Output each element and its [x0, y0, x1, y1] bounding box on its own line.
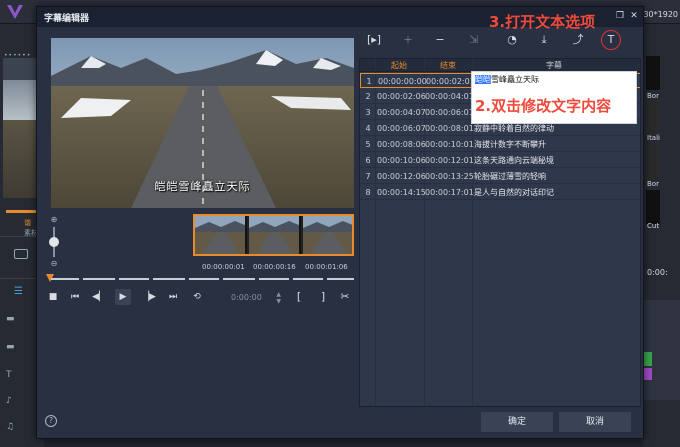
app-logo-icon: [7, 5, 23, 19]
split-scissors-icon[interactable]: ✂: [337, 289, 353, 305]
library-thumb[interactable]: [646, 146, 660, 180]
library-thumb-label: Bor: [647, 92, 659, 100]
audio-clip[interactable]: [644, 352, 652, 366]
annotation-step3: 3.打开文本选项: [489, 13, 596, 31]
repeat-icon[interactable]: ⟲: [189, 289, 205, 305]
play-button[interactable]: ▶: [115, 289, 131, 305]
timecode-label: 00:00:00:01: [202, 263, 245, 271]
dialog-title: 字幕编辑器: [44, 14, 90, 24]
time-field[interactable]: 0:00:00 ▲ ▼: [231, 291, 281, 305]
stop-icon[interactable]: ■: [45, 289, 61, 305]
table-row[interactable]: 8 00:00:14:15 00:00:17:01 是人与自然的对话印记: [360, 185, 640, 200]
library-thumb[interactable]: [646, 190, 660, 224]
subtitle-toolbar: [▸] + − ⇲ ◔ ⤓ ⤴ T: [361, 29, 643, 51]
close-button[interactable]: ✕: [628, 10, 640, 22]
storyboard-icon[interactable]: [14, 249, 28, 259]
overlay-track-icon[interactable]: ▬: [6, 342, 15, 352]
subtitle-overlay: 皑皑雪峰矗立天际: [154, 180, 251, 193]
remove-subtitle-icon[interactable]: −: [431, 32, 449, 48]
export-subtitle-icon[interactable]: ⤴: [569, 32, 587, 48]
thumbnail-frame: [303, 216, 352, 254]
music-track-icon[interactable]: ♫: [6, 422, 14, 432]
media-progress: [6, 210, 36, 213]
table-row[interactable]: 5 00:00:08:06 00:00:10:01 海拔计数字不断攀升: [360, 137, 640, 152]
library-thumb-label: Itali: [647, 134, 660, 142]
timecode-label: 00:00:01:06: [305, 263, 348, 271]
library-thumb[interactable]: [646, 56, 660, 90]
previous-frame-icon[interactable]: ◀▏: [91, 289, 107, 305]
voice-track-icon[interactable]: ♪: [6, 396, 12, 406]
library-thumb[interactable]: [646, 100, 660, 134]
play-subtitle-icon[interactable]: [▸]: [365, 32, 383, 48]
subtitle-editor-dialog: 字幕编辑器 ❐ ✕ 皑皑雪峰矗立天际 ⊕ ⊖ 00:00:00:01 00:00…: [36, 6, 644, 439]
timeline-view-icon[interactable]: ☰: [14, 286, 23, 297]
library-thumb-label: Bor: [647, 180, 659, 188]
library-thumb-label: Cut: [647, 222, 660, 230]
time-field-value: 0:00:00: [231, 293, 262, 302]
add-subtitle-icon[interactable]: +: [399, 32, 417, 48]
video-track-icon[interactable]: ▬: [6, 314, 15, 324]
unselected-text: 雪峰矗立天际: [491, 75, 539, 84]
ok-button[interactable]: 确定: [481, 412, 553, 432]
timeline-strip-area: 00:00:00:01 00:00:00:16 00:00:01:06 ♪: [67, 213, 373, 275]
zoom-in-icon[interactable]: ⊕: [49, 215, 59, 225]
selected-text: 皑皑: [475, 75, 491, 84]
header-start: 起始: [391, 61, 407, 70]
cancel-button[interactable]: 取消: [559, 412, 631, 432]
go-to-start-icon[interactable]: ⏮: [67, 289, 83, 305]
thumbnail-frame: [195, 216, 247, 254]
text-options-icon[interactable]: T: [601, 30, 621, 50]
subtitle-edit-text[interactable]: 皑皑雪峰矗立天际: [475, 74, 539, 85]
import-subtitle-icon[interactable]: ⤓: [535, 32, 553, 48]
video-preview: 皑皑雪峰矗立天际: [51, 38, 354, 208]
thumbnail-strip[interactable]: [193, 214, 354, 256]
timecode-label: 00:00:00:16: [253, 263, 296, 271]
media-name: 谐: [24, 219, 31, 227]
next-frame-icon[interactable]: ▕▶: [141, 289, 157, 305]
restore-button[interactable]: ❐: [614, 10, 626, 22]
mark-in-icon[interactable]: [: [291, 289, 307, 305]
progress-track[interactable]: [51, 278, 354, 280]
title-track-icon[interactable]: T: [6, 370, 12, 380]
table-row[interactable]: 6 00:00:10:06 00:00:12:01 这条天路通向云端秘境: [360, 153, 640, 168]
join-subtitle-icon[interactable]: ⇲: [465, 32, 483, 48]
zoom-knob[interactable]: [49, 237, 59, 247]
music-clip[interactable]: [644, 368, 652, 380]
timeline-tracks[interactable]: [643, 300, 680, 400]
help-icon[interactable]: ?: [45, 415, 57, 427]
annotation-step2: 2.双击修改文字内容: [475, 97, 612, 115]
transport-controls: ■ ⏮ ◀▏ ▶ ▕▶ ⏭ ⟲ 0:00:00 ▲ ▼ [ ] ✂: [45, 289, 355, 307]
voice-detect-icon[interactable]: ◔: [503, 32, 521, 48]
thumbnail-frame: [249, 216, 301, 254]
go-to-end-icon[interactable]: ⏭: [165, 289, 181, 305]
zoom-control: ⊕ ⊖: [47, 215, 61, 271]
header-end: 结束: [440, 61, 456, 70]
time-spinner-icon[interactable]: ▲ ▼: [276, 291, 281, 305]
mark-out-icon[interactable]: ]: [315, 289, 331, 305]
table-row[interactable]: 7 00:00:12:06 00:00:13:25 轮胎碾过薄雪的轻响: [360, 169, 640, 184]
resolution-label: 30*1920: [643, 10, 678, 19]
header-text: 字幕: [546, 61, 562, 70]
timeline-timecode: 0:00:: [647, 268, 668, 277]
zoom-out-icon[interactable]: ⊖: [49, 259, 59, 269]
